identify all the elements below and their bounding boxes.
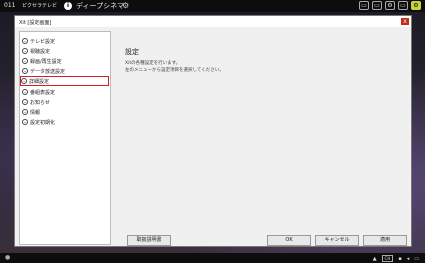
- app-name: ピクセラテレビ: [22, 3, 58, 9]
- chevron-down-icon: ⌄: [22, 89, 28, 95]
- settings-content: 設定 Xitの各種設定を行います。 左のメニューから設定項目を選択してください。: [121, 31, 409, 231]
- description-line-1: Xitの各種設定を行います。: [125, 61, 181, 66]
- taskbar: ● ▲ CH ▪ ◂ ▭: [0, 253, 425, 263]
- chevron-down-icon: ⌄: [22, 58, 28, 64]
- window-titlebar: Xit [設定画面] x: [15, 16, 411, 27]
- top-right-controls: ▭ ▭ ⚙ ▭ ⚙: [359, 1, 421, 10]
- sidebar-item-program-guide[interactable]: ⌄ 番組表設定: [22, 88, 55, 96]
- chevron-down-icon: ⌄: [22, 109, 28, 115]
- settings-window: Xit [設定画面] x ⌄ テレビ設定 ⌄ 視聴設定 ⌄ 録画/再生設定 ⌄ …: [14, 15, 412, 247]
- chevron-down-icon: ⌄: [22, 119, 28, 125]
- minimize-icon[interactable]: ▭: [398, 1, 408, 10]
- tray-arrow-icon[interactable]: ▲: [373, 256, 377, 262]
- sidebar-item-info[interactable]: ⌄ 情報: [22, 108, 40, 116]
- page-title: 設定: [125, 48, 139, 56]
- description-line-2: 左のメニューから設定項目を選択してください。: [125, 68, 224, 73]
- sidebar-item-label: 番組表設定: [30, 89, 56, 96]
- info-icon[interactable]: i: [64, 2, 72, 10]
- sidebar-item-data-broadcast[interactable]: ⌄ データ放送設定: [22, 67, 65, 75]
- sidebar-item-label: 詳細設定: [29, 78, 50, 85]
- manual-button[interactable]: 取扱説明書: [127, 235, 171, 246]
- start-icon[interactable]: ●: [5, 254, 10, 261]
- ime-indicator[interactable]: CH: [381, 255, 394, 262]
- sidebar-item-label: 情報: [30, 109, 41, 116]
- chevron-down-icon: ⌄: [22, 38, 28, 44]
- sidebar-item-recording[interactable]: ⌄ 録画/再生設定: [22, 57, 62, 65]
- sidebar-item-advanced[interactable]: ⌄ 詳細設定: [20, 76, 109, 86]
- sidebar-item-label: お知らせ: [30, 99, 50, 106]
- sidebar-item-label: データ放送設定: [30, 68, 66, 75]
- settings-active-icon[interactable]: ⚙: [411, 1, 421, 10]
- network-icon[interactable]: ▪: [398, 256, 401, 262]
- sidebar-item-viewing[interactable]: ⌄ 視聴設定: [22, 47, 50, 55]
- apply-button[interactable]: 適用: [363, 235, 407, 246]
- chevron-down-icon: ⌄: [21, 78, 27, 84]
- volume-icon[interactable]: ◂: [407, 256, 410, 262]
- ok-button[interactable]: OK: [267, 235, 311, 246]
- settings-gear-icon[interactable]: ⚙: [122, 1, 129, 10]
- sidebar-item-label: 設定初期化: [30, 119, 56, 126]
- sidebar-item-label: 視聴設定: [30, 48, 51, 55]
- window-icon[interactable]: ▭: [372, 1, 382, 10]
- system-tray: ▲ CH ▪ ◂ ▭: [373, 255, 419, 262]
- program-title: ディープシネマ: [76, 2, 125, 10]
- sidebar-item-reset[interactable]: ⌄ 設定初期化: [22, 118, 55, 126]
- settings-sidebar: ⌄ テレビ設定 ⌄ 視聴設定 ⌄ 録画/再生設定 ⌄ データ放送設定 ⌄ 詳細設…: [19, 31, 111, 245]
- chevron-down-icon: ⌄: [22, 68, 28, 74]
- chevron-down-icon: ⌄: [22, 99, 28, 105]
- sidebar-item-tv-settings[interactable]: ⌄ テレビ設定: [22, 37, 55, 45]
- sidebar-item-label: テレビ設定: [30, 38, 56, 45]
- screen-icon[interactable]: ▭: [359, 1, 369, 10]
- notification-icon[interactable]: ▭: [414, 256, 419, 262]
- sidebar-item-notices[interactable]: ⌄ お知らせ: [22, 98, 50, 106]
- chevron-down-icon: ⌄: [22, 48, 28, 54]
- channel-number: 011: [4, 2, 16, 9]
- sidebar-item-label: 録画/再生設定: [30, 58, 62, 65]
- window-title: Xit [設定画面]: [19, 20, 52, 26]
- tools-icon[interactable]: ⚙: [385, 1, 395, 10]
- cancel-button[interactable]: キャンセル: [315, 235, 359, 246]
- close-icon[interactable]: x: [401, 18, 409, 25]
- tv-top-bar: 011 ピクセラテレビ i ディープシネマ ⚙ ▭ ▭ ⚙ ▭ ⚙: [0, 0, 425, 12]
